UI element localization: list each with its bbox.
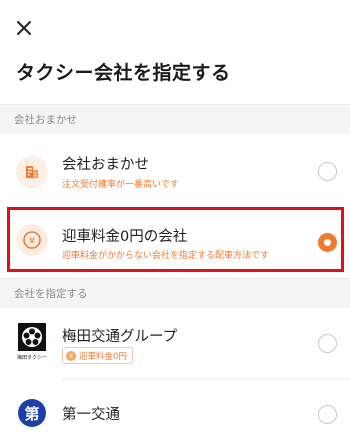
logo-caption: 梅田タクシー — [16, 355, 47, 361]
option-subtitle: 注文受付確率が一番高いです — [62, 180, 179, 190]
daiichi-kotsu-logo: 第 — [18, 399, 46, 427]
radio-company-omakase[interactable] — [318, 162, 337, 181]
section-header-omakase: 会社おまかせ — [0, 104, 350, 134]
close-button[interactable] — [10, 14, 38, 42]
option-zero-pickup-fee[interactable]: ¥ 迎車料金0円の会社 迎車料金がかからない会社を指定する配車方法です — [0, 208, 350, 272]
badge-label: 迎車料金0円 — [79, 351, 127, 362]
company-umeda-kotsu[interactable]: 梅田タクシー 梅田交通グループ ¥ 迎車料金0円 — [0, 308, 350, 378]
svg-text:¥: ¥ — [29, 236, 35, 247]
radio-daiichi-kotsu[interactable] — [318, 405, 337, 424]
umeda-kotsu-logo: 梅田タクシー — [14, 322, 50, 364]
page-title: タクシー会社を指定する — [16, 62, 231, 84]
section-header-specify-company: 会社を指定する — [0, 278, 350, 308]
option-title: 会社おまかせ — [62, 157, 149, 173]
radio-zero-pickup-fee[interactable] — [318, 233, 337, 252]
company-name: 第一交通 — [62, 407, 120, 423]
radio-umeda-kotsu[interactable] — [318, 334, 337, 353]
company-name: 梅田交通グループ — [62, 329, 178, 345]
company-daiichi-kotsu[interactable]: 第 第一交通 — [0, 380, 350, 440]
yen-coin-icon: ¥ — [16, 224, 48, 256]
building-icon — [16, 156, 48, 188]
option-subtitle: 迎車料金がかからない会社を指定する配車方法です — [62, 251, 270, 261]
option-title: 迎車料金0円の会社 — [62, 229, 188, 245]
pickup-fee-badge: ¥ 迎車料金0円 — [62, 347, 133, 364]
option-company-omakase[interactable]: 会社おまかせ 注文受付確率が一番高いです — [0, 134, 350, 206]
close-icon — [17, 21, 31, 35]
yen-coin-icon: ¥ — [66, 350, 76, 361]
